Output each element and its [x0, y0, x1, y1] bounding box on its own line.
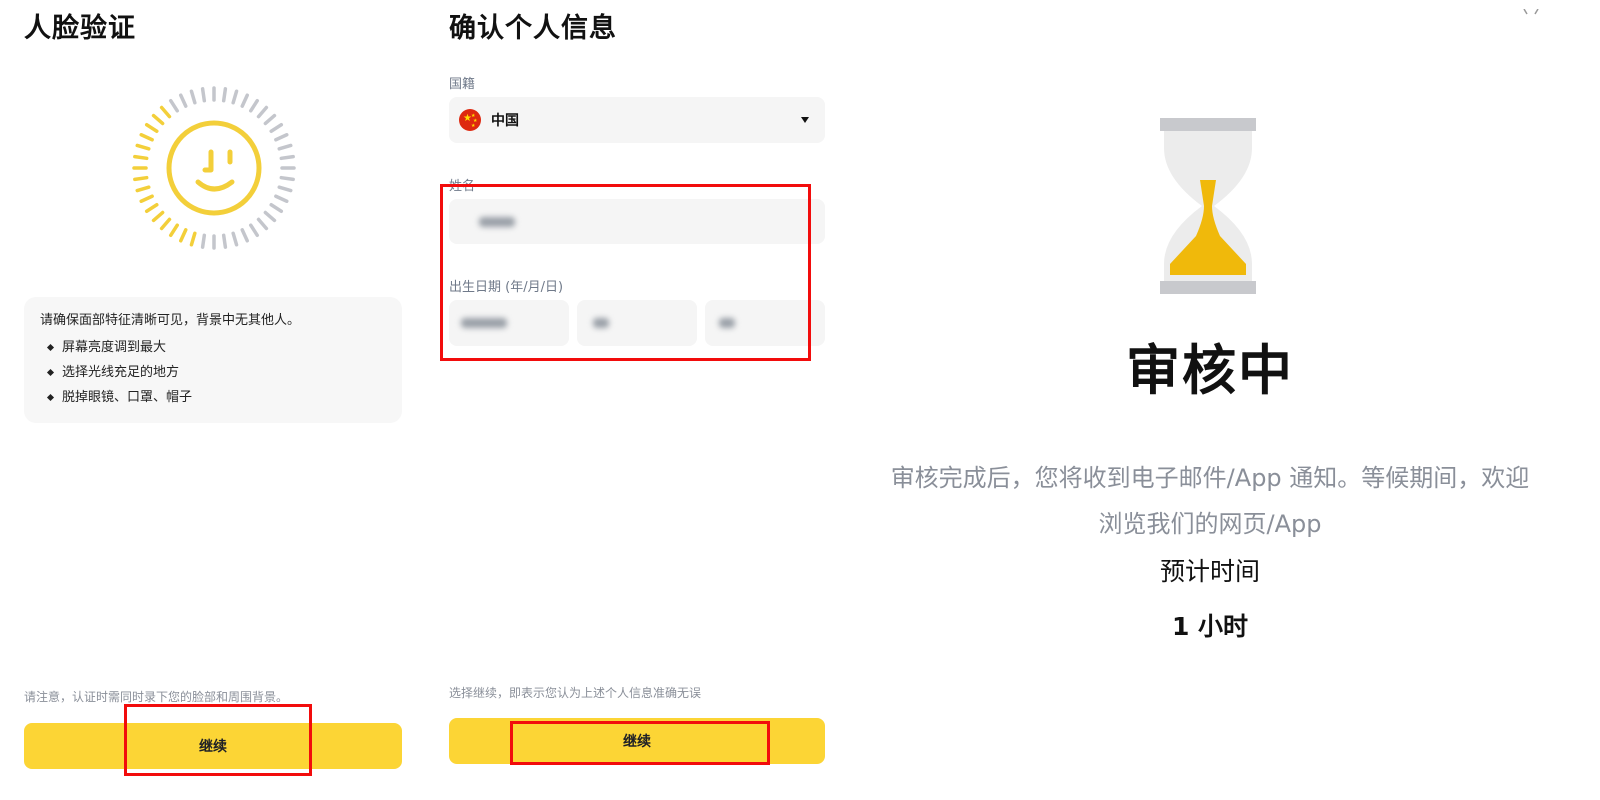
scan-tick [189, 231, 197, 247]
scan-tick [200, 87, 207, 103]
scan-tick [231, 231, 239, 247]
tip-item: 脱掉眼镜、口罩、帽子 [40, 385, 386, 410]
continue-button[interactable]: 继续 [449, 718, 825, 764]
scan-tick [144, 122, 159, 133]
scan-tick [133, 154, 149, 161]
scan-tick [135, 185, 151, 193]
scan-tick [240, 93, 249, 108]
recording-notice: 请注意，认证时需同时录下您的脸部和周围背景。 [24, 690, 289, 704]
scan-tick [151, 210, 165, 223]
scan-tick [256, 217, 269, 231]
scan-tick [168, 98, 179, 113]
redacted-year [461, 318, 507, 328]
scan-tick [256, 105, 269, 119]
scan-tick [168, 223, 179, 238]
scan-tick [277, 185, 293, 193]
face-tips-box: 请确保面部特征清晰可见，背景中无其他人。 屏幕亮度调到最大 选择光线充足的地方 … [24, 297, 402, 423]
dob-year-field[interactable] [449, 300, 569, 346]
confirm-disclaimer: 选择继续，即表示您认为上述个人信息准确无误 [449, 686, 702, 700]
scan-tick [144, 203, 159, 214]
dob-label: 出生日期 (年/月/日) [449, 280, 564, 295]
scan-tick [240, 228, 249, 243]
redacted-name [479, 216, 515, 227]
scan-tick [249, 98, 260, 113]
scan-tick [249, 223, 260, 238]
scan-tick [263, 113, 277, 126]
scan-tick [279, 175, 295, 182]
scan-tick [274, 194, 289, 203]
name-label: 姓名 [449, 179, 476, 194]
redacted-day [719, 318, 735, 328]
face-verification-panel: 人脸验证 请确保面部特征清晰可见，背景中无其他人。 屏幕亮度调到最大 选择光线充… [24, 0, 404, 800]
scan-tick [277, 143, 293, 151]
scan-tick [274, 133, 289, 142]
scan-tick [139, 194, 154, 203]
scan-tick [269, 203, 284, 214]
scan-tick [179, 228, 188, 243]
review-title: 审核中 [1126, 339, 1294, 402]
redacted-month [593, 318, 609, 328]
continue-button[interactable]: 继续 [24, 723, 402, 769]
eta-label: 预计时间 [1159, 557, 1260, 586]
tips-list: 屏幕亮度调到最大 选择光线充足的地方 脱掉眼镜、口罩、帽子 [40, 335, 386, 410]
tip-item: 选择光线充足的地方 [40, 360, 386, 385]
eta-value: 1 小时 [1171, 612, 1249, 641]
caret-down-icon [801, 117, 809, 123]
tip-item: 屏幕亮度调到最大 [40, 335, 386, 360]
scan-tick [159, 105, 172, 119]
scan-tick [231, 89, 239, 105]
dob-day-field[interactable] [705, 300, 825, 346]
face-scan-icon [132, 86, 296, 250]
confirm-info-title: 确认个人信息 [449, 13, 617, 44]
scan-tick [159, 217, 172, 231]
scan-tick [263, 210, 277, 223]
scan-tick [279, 154, 295, 161]
scan-tick [221, 233, 228, 249]
tips-intro: 请确保面部特征清晰可见，背景中无其他人。 [40, 313, 301, 328]
scan-tick [200, 233, 207, 249]
scan-tick [269, 122, 284, 133]
scan-tick [179, 93, 188, 108]
scan-tick [133, 175, 149, 182]
nationality-value: 中国 [491, 113, 519, 129]
confirm-info-panel: 确认个人信息 国籍 ★ ★ ★ ★ 中国 姓名 出生日期 (年/月/日) 选择继… [449, 0, 829, 800]
nationality-select[interactable]: ★ ★ ★ ★ 中国 [449, 97, 825, 143]
hourglass-icon [1160, 118, 1256, 294]
scan-tick [151, 113, 165, 126]
name-field[interactable] [449, 199, 825, 244]
review-description: 审核完成后，您将收到电子邮件/App 通知。等候期间，欢迎浏览我们的网页/App [890, 464, 1530, 538]
scan-tick [189, 89, 197, 105]
scan-tick [139, 133, 154, 142]
dob-month-field[interactable] [577, 300, 697, 346]
scan-tick [221, 87, 228, 103]
china-flag-icon: ★ ★ ★ ★ [459, 109, 481, 131]
nationality-label: 国籍 [449, 77, 476, 92]
close-icon[interactable] [1522, 0, 1540, 15]
scan-tick [135, 143, 151, 151]
review-panel: 审核中 审核完成后，您将收到电子邮件/App 通知。等候期间，欢迎浏览我们的网页… [880, 0, 1540, 800]
face-verification-title: 人脸验证 [24, 13, 136, 44]
